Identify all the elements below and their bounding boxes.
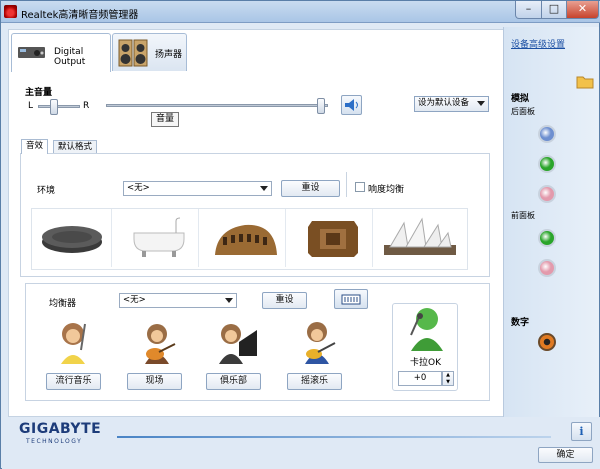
tab-speakers[interactable]: 扬声器 <box>112 33 187 71</box>
digital-output-device-icon <box>18 47 45 58</box>
eq-live-button[interactable]: 现场 <box>127 373 182 390</box>
balance-right-label: R <box>83 101 90 111</box>
pianist-icon <box>219 324 257 364</box>
set-default-device-label: 设为默认设备 <box>418 98 470 108</box>
chevron-down-icon <box>477 101 485 106</box>
guitarist-icon <box>145 324 176 364</box>
colosseum-icon <box>214 224 277 255</box>
chevron-down-icon <box>225 298 233 303</box>
karaoke-button[interactable] <box>403 305 449 353</box>
equalizer-dropdown[interactable]: <无> <box>119 293 237 308</box>
set-default-device-dropdown[interactable]: 设为默认设备 <box>414 96 489 112</box>
eq-preset-pop[interactable] <box>45 316 101 368</box>
master-volume-heading: 主音量 <box>25 88 53 98</box>
info-button[interactable]: i <box>571 422 592 441</box>
balance-left-label: L <box>28 101 34 111</box>
rear-panel-label: 后面板 <box>511 107 535 116</box>
speaker-icon <box>118 39 148 67</box>
env-opera-house[interactable] <box>380 209 460 267</box>
env-stone-disc[interactable] <box>32 209 112 267</box>
loudness-label: 响度均衡 <box>368 185 405 195</box>
bathtub-icon <box>133 217 184 257</box>
tab-default-format[interactable]: 默认格式 <box>53 140 98 154</box>
maximize-button[interactable]: □ <box>541 1 567 19</box>
volume-tooltip: 音量 <box>151 112 179 127</box>
stepper-down-icon[interactable]: ▼ <box>446 379 450 385</box>
volume-slider[interactable] <box>106 98 328 114</box>
environment-value: <无> <box>127 183 150 193</box>
tab-digital-output-label: Digital Output <box>54 47 86 67</box>
rock-guitarist-icon <box>305 322 336 364</box>
environment-reset-button[interactable]: 重设 <box>281 180 340 197</box>
digital-heading: 数字 <box>511 318 530 328</box>
tab-digital-output[interactable]: Digital Output <box>11 33 111 72</box>
gigabyte-logo-text: GIGABYTE <box>19 421 102 437</box>
footer-divider <box>117 436 551 438</box>
opera-house-icon <box>384 217 456 255</box>
minimize-button[interactable]: – <box>515 1 542 19</box>
eq-preset-rock[interactable] <box>289 316 345 368</box>
app-logo-icon <box>4 5 17 18</box>
tab-sound-effects[interactable]: 音效 <box>21 139 49 154</box>
folder-icon[interactable] <box>576 73 594 89</box>
rear-jack-blue[interactable] <box>538 125 556 143</box>
mute-button[interactable] <box>341 95 362 115</box>
rear-jack-pink[interactable] <box>538 185 556 203</box>
eq-preset-live[interactable] <box>129 316 185 368</box>
front-jack-green[interactable] <box>538 229 556 247</box>
tab-speakers-label: 扬声器 <box>155 50 183 60</box>
environment-divider <box>346 172 347 197</box>
eq-preset-club[interactable] <box>209 316 265 368</box>
karaoke-stepper[interactable]: ▲ ▼ <box>442 371 454 386</box>
title-bar: Realtek高清晰音频管理器 – □ ✕ <box>1 1 600 23</box>
ok-button[interactable]: 确定 <box>538 447 593 463</box>
equalizer-reset-button[interactable]: 重设 <box>262 292 307 309</box>
advanced-device-settings-link[interactable]: 设备高级设置 <box>511 37 565 50</box>
front-panel-label: 前面板 <box>511 211 535 220</box>
balance-slider-thumb[interactable] <box>50 99 58 115</box>
equalizer-label: 均衡器 <box>49 299 77 309</box>
digital-spdif-jack[interactable] <box>538 333 556 351</box>
rear-jack-green[interactable] <box>538 155 556 173</box>
speaker-volume-icon <box>345 99 358 111</box>
pop-singer-icon <box>61 323 86 364</box>
eq-pop-button[interactable]: 流行音乐 <box>46 373 101 390</box>
stepper-up-icon[interactable]: ▲ <box>446 372 450 378</box>
window-title: Realtek高清晰音频管理器 <box>21 10 139 21</box>
karaoke-label: 卡拉OK <box>410 358 441 368</box>
environment-label: 环境 <box>37 186 56 196</box>
equalizer-icon <box>341 294 361 305</box>
karaoke-singer-icon <box>410 308 443 351</box>
app-window: Realtek高清晰音频管理器 – □ ✕ Digital Output 扬声器… <box>0 0 600 469</box>
volume-slider-thumb[interactable] <box>317 98 325 114</box>
eq-club-button[interactable]: 俱乐部 <box>206 373 261 390</box>
stone-disc-icon <box>41 226 102 253</box>
loudness-checkbox[interactable] <box>355 182 365 192</box>
karaoke-value-input[interactable]: +0 <box>398 371 442 386</box>
env-bathtub[interactable] <box>119 209 199 267</box>
env-wooden-room[interactable] <box>293 209 373 267</box>
eq-rock-button[interactable]: 摇滚乐 <box>287 373 342 390</box>
env-colosseum[interactable] <box>206 209 286 267</box>
close-button[interactable]: ✕ <box>566 1 599 19</box>
chevron-down-icon <box>260 186 268 191</box>
gigabyte-logo-subtext: TECHNOLOGY <box>26 438 83 445</box>
balance-slider[interactable] <box>38 99 80 115</box>
analog-heading: 模拟 <box>511 94 530 104</box>
environment-dropdown[interactable]: <无> <box>123 181 272 196</box>
wooden-room-icon <box>307 221 358 257</box>
graphic-eq-button[interactable] <box>334 289 368 309</box>
front-jack-pink[interactable] <box>538 259 556 277</box>
equalizer-value: <无> <box>123 295 146 305</box>
